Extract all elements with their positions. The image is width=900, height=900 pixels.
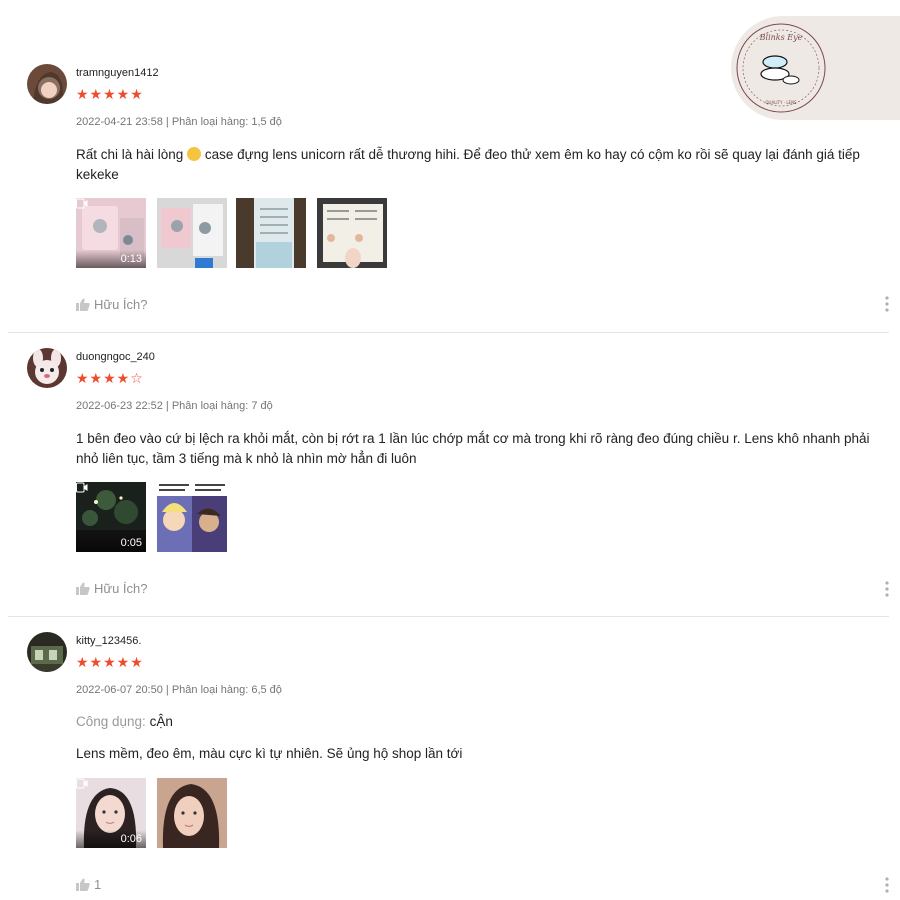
attribute-key: Công dụng:	[76, 714, 146, 729]
review-photo-thumbnail[interactable]	[157, 482, 227, 552]
grinning-face-emoji-icon	[187, 147, 202, 161]
review-list-page: Blinks Eye QUALITY · LENS tramnguyen1412…	[0, 0, 900, 900]
helpful-label: Hữu Ích?	[94, 581, 148, 596]
review-content: 1 bên đeo vào cứ bị lệch ra khỏi mắt, cò…	[76, 431, 870, 466]
review-video-thumbnail[interactable]: 0:13	[76, 198, 146, 268]
helpful-label: Hữu Ích?	[94, 297, 148, 312]
video-camera-icon	[76, 198, 88, 209]
brand-watermark-logo: Blinks Eye QUALITY · LENS	[731, 16, 900, 120]
more-vertical-icon[interactable]	[880, 876, 894, 894]
review-photo-thumbnail[interactable]	[236, 198, 306, 268]
review-video-thumbnail[interactable]: 0:06	[76, 778, 146, 848]
review-content: Rất chi là hài lòng case đựng lens unico…	[76, 145, 888, 184]
video-duration: 0:05	[120, 537, 142, 549]
reviewer-username[interactable]: kitty_123456.	[76, 635, 141, 647]
star-rating: ★★★★★	[76, 654, 144, 670]
review-meta: 2022-06-23 22:52 | Phân loại hàng: 7 độ	[76, 400, 273, 412]
review-photo-thumbnail[interactable]	[157, 198, 227, 268]
avatar[interactable]	[27, 64, 67, 104]
more-vertical-icon[interactable]	[880, 295, 894, 313]
video-duration: 0:06	[120, 833, 142, 845]
helpful-count: 1	[94, 877, 102, 892]
watermark-tagline-text: QUALITY · LENS	[765, 100, 797, 105]
attribute-value: cẬn	[149, 714, 173, 729]
review-divider	[8, 332, 889, 333]
review-photo-thumbnail[interactable]	[317, 198, 387, 268]
helpful-button[interactable]: Hữu Ích?	[76, 581, 148, 596]
review-divider	[8, 616, 889, 617]
thumbs-up-icon	[76, 298, 90, 311]
video-duration: 0:13	[120, 253, 142, 265]
review-photo-thumbnail[interactable]	[157, 778, 227, 848]
helpful-button[interactable]: Hữu Ích?	[76, 297, 148, 312]
review-content: Lens mềm, đeo êm, màu cực kì tự nhiên. S…	[76, 746, 463, 761]
video-camera-icon	[76, 482, 88, 493]
video-camera-icon	[76, 778, 88, 789]
review-attribute: Công dụng: cẬn	[76, 714, 173, 729]
thumbs-up-icon	[76, 582, 90, 595]
star-rating: ★★★★★	[76, 86, 144, 102]
review-content-start: Rất chi là hài lòng	[76, 147, 188, 162]
reviewer-username[interactable]: duongngoc_240	[76, 351, 155, 363]
avatar[interactable]	[27, 632, 67, 672]
reviewer-username[interactable]: tramnguyen1412	[76, 67, 159, 79]
thumbs-up-icon	[76, 878, 90, 891]
helpful-button[interactable]: 1	[76, 877, 101, 892]
watermark-brand-text: Blinks Eye	[759, 33, 803, 42]
review-meta: 2022-04-21 23:58 | Phân loại hàng: 1,5 đ…	[76, 116, 282, 128]
avatar[interactable]	[27, 348, 67, 388]
star-rating: ★★★★☆	[76, 370, 144, 386]
review-video-thumbnail[interactable]: 0:05	[76, 482, 146, 552]
review-meta: 2022-06-07 20:50 | Phân loại hàng: 6,5 đ…	[76, 684, 282, 696]
more-vertical-icon[interactable]	[880, 580, 894, 598]
